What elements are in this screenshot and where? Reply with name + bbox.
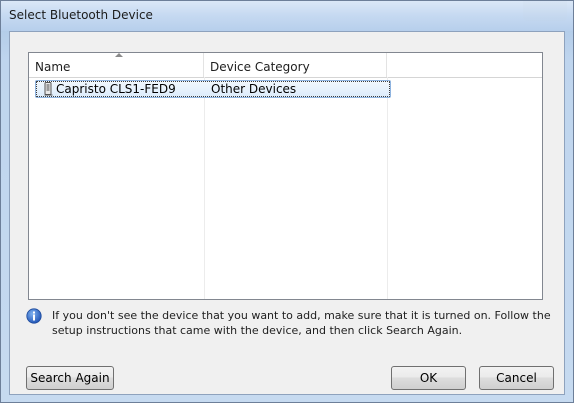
search-again-button[interactable]: Search Again: [26, 366, 114, 390]
bluetooth-device-icon: [44, 82, 53, 96]
cancel-button[interactable]: Cancel: [479, 366, 554, 390]
column-header-device-category[interactable]: Device Category: [204, 53, 387, 77]
device-category: Other Devices: [211, 82, 297, 96]
cancel-label: Cancel: [496, 371, 537, 385]
search-again-label: Search Again: [30, 371, 110, 385]
info-text: If you don't see the device that you wan…: [52, 309, 551, 337]
column-header-device-category-label: Device Category: [210, 60, 310, 74]
device-list[interactable]: Name Device Category Capristo CLS1-FED9 …: [28, 52, 543, 300]
list-item-capristo[interactable]: Capristo CLS1-FED9 Other Devices: [35, 80, 391, 98]
info-message: If you don't see the device that you wan…: [26, 308, 556, 348]
select-bluetooth-device-dialog: Select Bluetooth Device Name Device Cate…: [0, 0, 574, 403]
titlebar-close-area[interactable]: [523, 1, 567, 21]
column-header-empty[interactable]: [387, 53, 542, 77]
list-header: Name Device Category: [29, 53, 542, 78]
column-header-name[interactable]: Name: [29, 53, 204, 77]
dialog-client-area: Name Device Category Capristo CLS1-FED9 …: [9, 31, 565, 395]
column-header-name-label: Name: [35, 60, 71, 74]
ok-label: OK: [419, 371, 438, 385]
column-divider: [204, 77, 205, 299]
title-bar[interactable]: Select Bluetooth Device: [1, 1, 573, 31]
ok-button[interactable]: OK: [391, 366, 466, 390]
dialog-title: Select Bluetooth Device: [9, 8, 153, 22]
column-divider: [387, 77, 388, 299]
info-icon: [26, 308, 42, 324]
device-name: Capristo CLS1-FED9: [56, 82, 176, 96]
sort-ascending-icon: [115, 53, 123, 57]
